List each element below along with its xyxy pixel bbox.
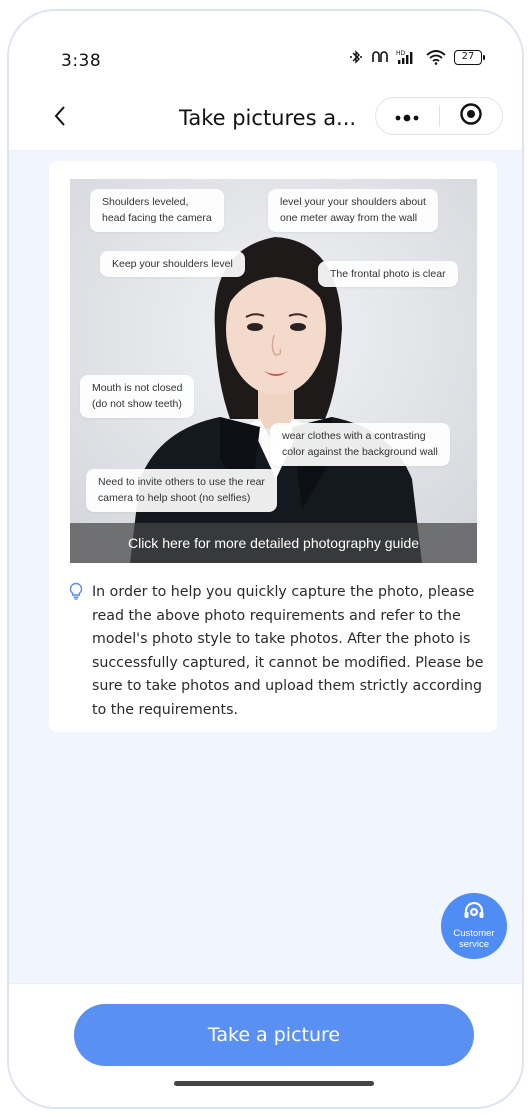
bluetooth-icon [348, 49, 364, 65]
status-time: 3:38 [61, 51, 102, 71]
take-picture-button[interactable]: Take a picture [74, 1004, 474, 1066]
more-button[interactable] [376, 98, 439, 134]
close-mini-program-button[interactable] [439, 98, 502, 134]
headset-icon [463, 901, 485, 926]
status-icons: HD 27 [348, 49, 485, 65]
guide-tag-shoulders-level: Keep your shoulders level [100, 251, 245, 278]
nav-bar: Take pictures a... [9, 89, 522, 151]
bottom-action-bar: Take a picture [9, 983, 522, 1107]
lightbulb-icon [68, 582, 86, 722]
battery-icon: 27 [454, 49, 485, 65]
page-title: Take pictures a... [179, 106, 357, 130]
guide-tag-frontal-clear: The frontal photo is clear [318, 261, 458, 288]
home-indicator[interactable] [174, 1081, 374, 1086]
guide-tag-clothes-contrast: wear clothes with a contrasting color ag… [270, 423, 450, 466]
status-bar: 3:38 HD 27 [9, 11, 522, 89]
notice-text: In order to help you quickly capture the… [92, 584, 484, 718]
more-dots-icon [394, 107, 420, 126]
guide-tag-distance: level your your shoulders about one mete… [268, 189, 438, 232]
customer-service-button[interactable]: Customer service [441, 893, 507, 959]
guide-card: Shoulders leveled, head facing the camer… [49, 161, 497, 732]
customer-service-label: Customer service [453, 928, 495, 950]
guide-tag-rear-camera: Need to invite others to use the rear ca… [86, 469, 277, 512]
svg-text:HD: HD [396, 50, 406, 57]
guide-tag-mouth: Mouth is not closed (do not show teeth) [80, 375, 195, 418]
mini-program-capsule [375, 97, 503, 135]
photo-requirements-notice: In order to help you quickly capture the… [68, 581, 488, 722]
back-chevron-icon [53, 105, 67, 131]
wifi-icon [425, 49, 447, 65]
example-photo[interactable]: Shoulders leveled, head facing the camer… [70, 179, 477, 563]
guide-tag-head-facing: Shoulders leveled, head facing the camer… [90, 189, 224, 232]
target-icon [459, 102, 483, 130]
photography-guide-link[interactable]: Click here for more detailed photography… [70, 523, 477, 563]
phone-frame: 3:38 HD 27 Take pictures a... Shoulders … [7, 9, 524, 1109]
back-button[interactable] [45, 103, 75, 133]
vibrate-icon [371, 49, 389, 65]
hd-signal-icon: HD [396, 49, 418, 65]
